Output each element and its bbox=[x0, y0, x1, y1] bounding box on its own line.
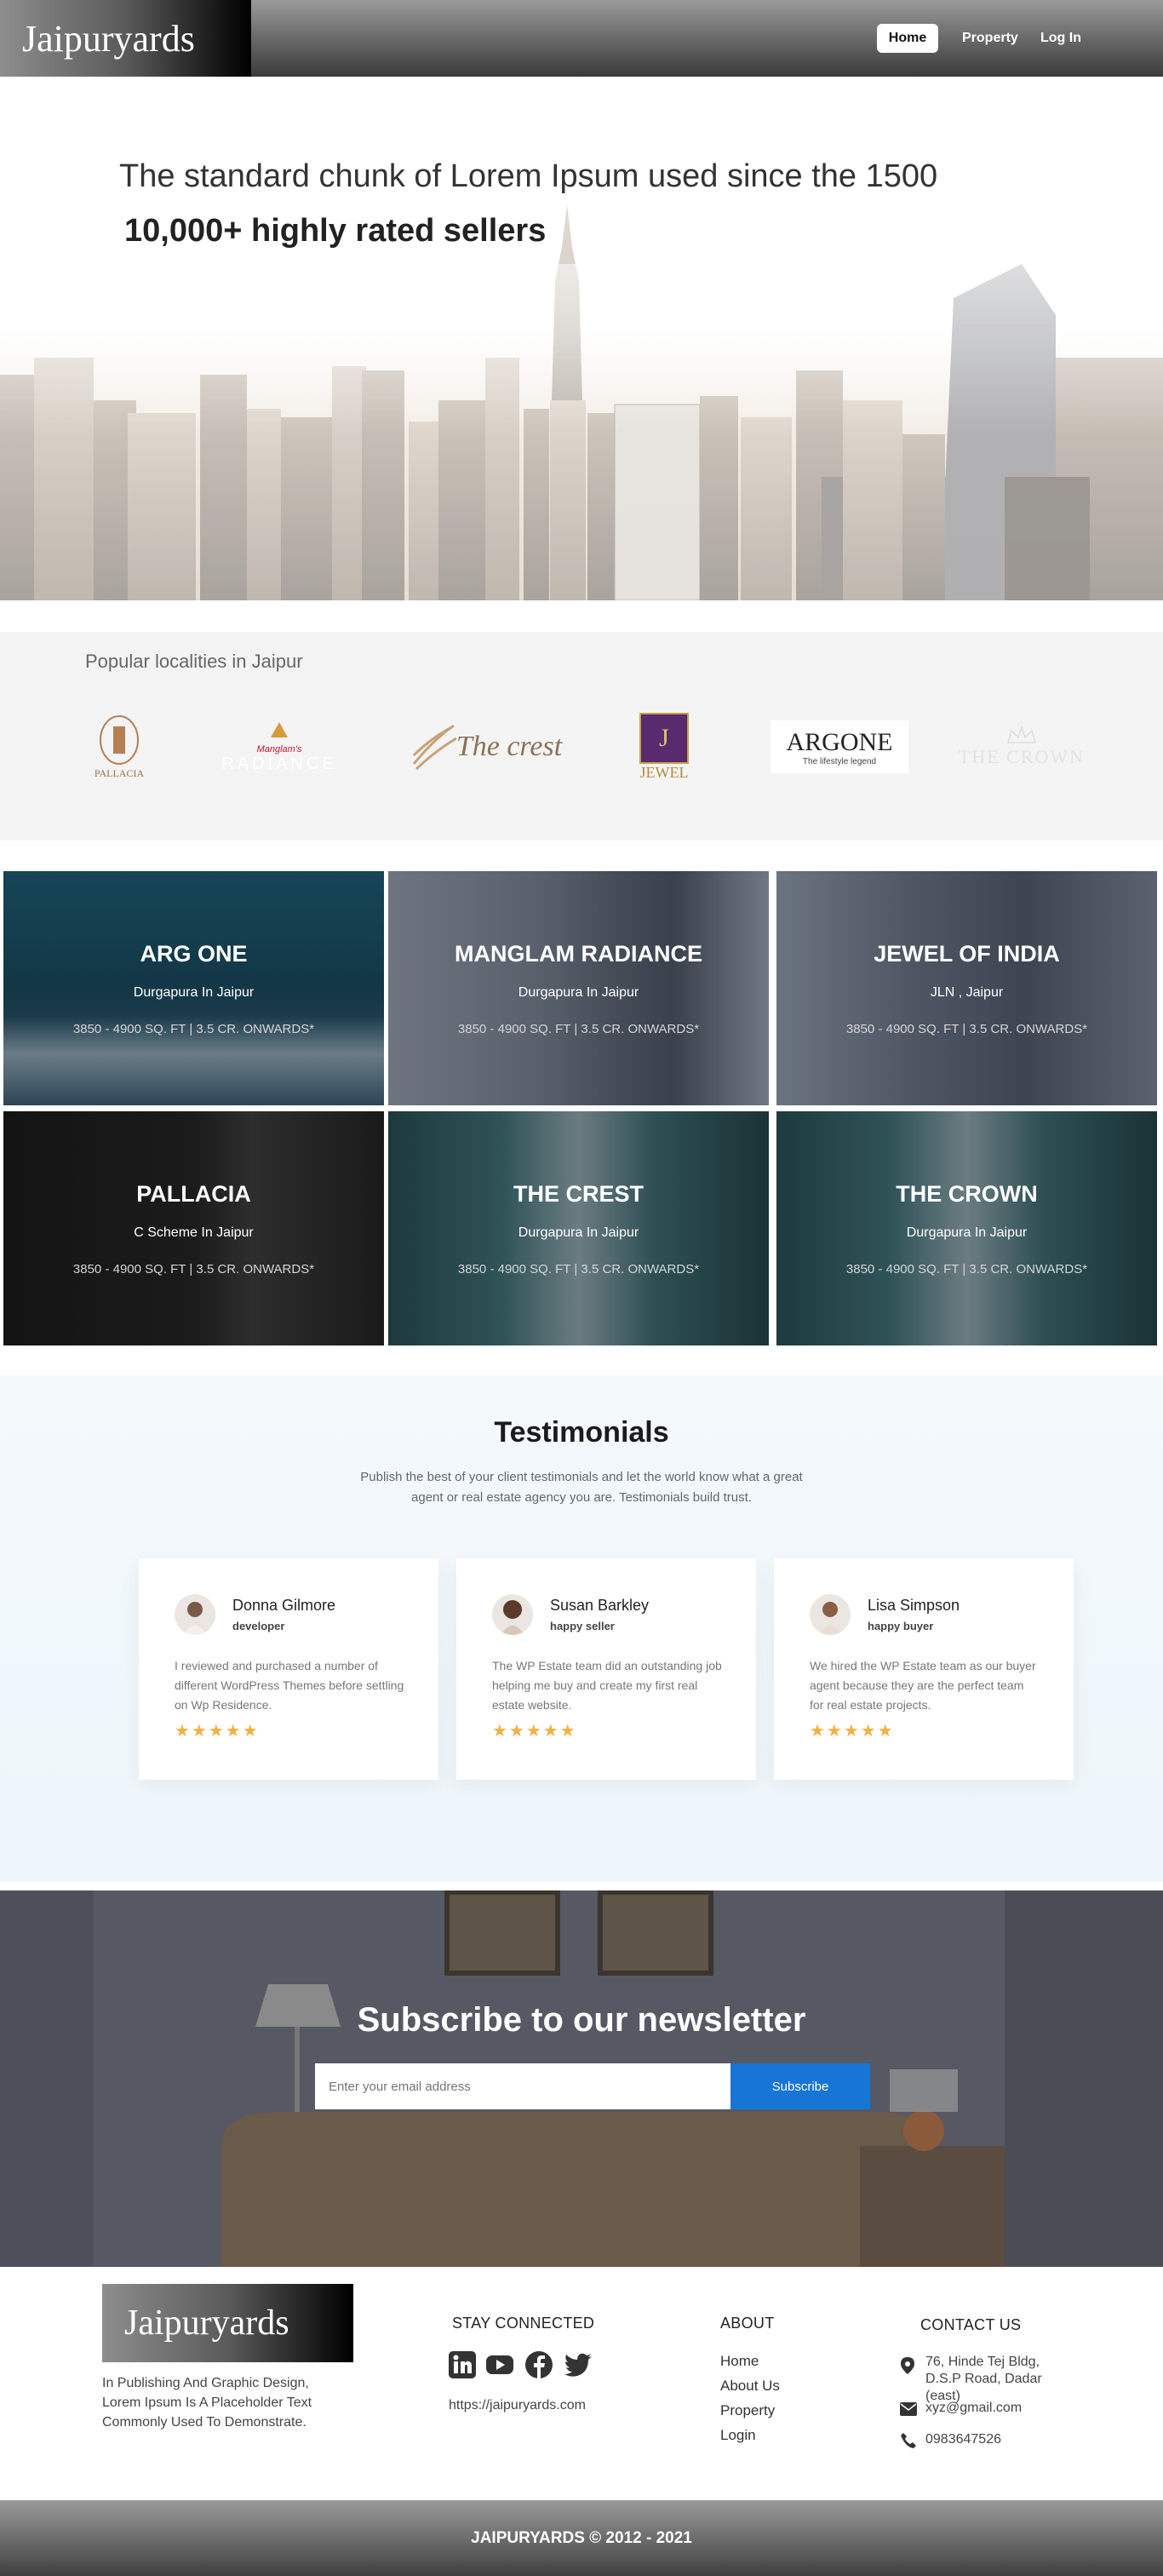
property-price: 3850 - 4900 SQ. FT | 3.5 CR. ONWARDS* bbox=[845, 1022, 1088, 1036]
pallacia-logo[interactable]: PALLACIA bbox=[85, 704, 153, 789]
property-location: Durgapura In Jaipur bbox=[133, 985, 255, 1000]
nav-home[interactable]: Home bbox=[877, 24, 938, 53]
contact-heading: CONTACT US bbox=[920, 2316, 1022, 2333]
youtube-icon[interactable] bbox=[485, 2350, 514, 2379]
property-name: THE CREST bbox=[513, 1181, 644, 1207]
star-rating: ★★★★★ bbox=[175, 1722, 260, 1741]
nav-login[interactable]: Log In bbox=[1040, 24, 1081, 53]
property-location: JLN , Jaipur bbox=[930, 985, 1004, 1000]
property-price: 3850 - 4900 SQ. FT | 3.5 CR. ONWARDS* bbox=[457, 1262, 700, 1277]
property-card-pallacia[interactable]: PALLACIA C Scheme In Jaipur 3850 - 4900 … bbox=[3, 1111, 384, 1345]
testimonial-role: happy buyer bbox=[868, 1620, 934, 1632]
contact-email[interactable]: xyz@gmail.com bbox=[925, 2400, 1022, 2417]
property-name: ARG ONE bbox=[140, 941, 248, 967]
testimonial-card: Donna Gilmore developer I reviewed and p… bbox=[139, 1558, 438, 1780]
argone-logo[interactable]: ARGONE The lifestyle legend bbox=[771, 720, 908, 773]
property-price: 3850 - 4900 SQ. FT | 3.5 CR. ONWARDS* bbox=[457, 1022, 700, 1036]
property-card-arg-one[interactable]: ARG ONE Durgapura In Jaipur 3850 - 4900 … bbox=[3, 871, 384, 1105]
newsletter-title: Subscribe to our newsletter bbox=[357, 2001, 806, 2039]
contact-phone[interactable]: 0983647526 bbox=[925, 2431, 1001, 2448]
testimonials-description: Publish the best of your client testimon… bbox=[360, 1470, 803, 1505]
linkedin-icon[interactable] bbox=[448, 2350, 477, 2379]
site-logo[interactable]: Jaipuryards bbox=[0, 0, 251, 77]
website-link[interactable]: https://jaipuryards.com bbox=[449, 2398, 586, 2413]
footer-description: In Publishing And Graphic Design, Lorem … bbox=[102, 2376, 312, 2430]
property-card-the-crown[interactable]: THE CROWN Durgapura In Jaipur 3850 - 490… bbox=[776, 1111, 1157, 1345]
contact-address: 76, Hinde Tej Bldg, D.S.P Road, Dadar (e… bbox=[925, 2355, 1042, 2403]
testimonials-section: Testimonials Publish the best of your cl… bbox=[0, 1375, 1163, 1882]
testimonial-name: Lisa Simpson bbox=[868, 1597, 960, 1614]
hero-headline: The standard chunk of Lorem Ipsum used s… bbox=[119, 158, 938, 194]
localities-section: Popular localities in Jaipur PALLACIA Ma… bbox=[0, 632, 1163, 840]
avatar bbox=[175, 1594, 215, 1635]
property-card-jewel-of-india[interactable]: JEWEL OF INDIA JLN , Jaipur 3850 - 4900 … bbox=[776, 871, 1157, 1105]
nav-property[interactable]: Property bbox=[962, 24, 1018, 53]
city-skyline-image bbox=[0, 204, 1163, 600]
subscribe-button[interactable]: Subscribe bbox=[730, 2063, 870, 2109]
facebook-icon[interactable] bbox=[524, 2350, 553, 2379]
testimonial-role: developer bbox=[232, 1620, 285, 1632]
site-header: Jaipuryards Home Property Log In bbox=[0, 0, 1163, 77]
hero-section: The standard chunk of Lorem Ipsum used s… bbox=[0, 77, 1163, 600]
footer-link-about-us[interactable]: About Us bbox=[720, 2378, 780, 2395]
property-card-the-crest[interactable]: THE CREST Durgapura In Jaipur 3850 - 490… bbox=[388, 1111, 769, 1345]
crest-logo[interactable]: The crest bbox=[407, 704, 564, 789]
testimonial-role: happy seller bbox=[550, 1620, 615, 1632]
testimonial-card: Lisa Simpson happy buyer We hired the WP… bbox=[774, 1558, 1074, 1780]
property-name: JEWEL OF INDIA bbox=[874, 941, 1060, 967]
footer-logo[interactable]: Jaipuryards bbox=[102, 2284, 353, 2362]
twitter-icon[interactable] bbox=[564, 2350, 593, 2379]
property-name: MANGLAM RADIANCE bbox=[455, 941, 702, 967]
testimonials-title: Testimonials bbox=[494, 1416, 669, 1449]
testimonial-text: We hired the WP Estate team as our buyer… bbox=[810, 1659, 1036, 1712]
testimonial-name: Donna Gilmore bbox=[232, 1597, 336, 1614]
site-footer: Jaipuryards In Publishing And Graphic De… bbox=[0, 2267, 1163, 2500]
property-location: C Scheme In Jaipur bbox=[134, 1225, 254, 1240]
hero-subheadline: 10,000+ highly rated sellers bbox=[124, 213, 547, 249]
envelope-icon bbox=[900, 2402, 917, 2420]
testimonial-text: I reviewed and purchased a number of dif… bbox=[175, 1659, 404, 1712]
radiance-logo[interactable]: Manglam's RADIANCE bbox=[220, 704, 339, 789]
property-location: Durgapura In Jaipur bbox=[906, 1225, 1028, 1240]
email-input[interactable] bbox=[315, 2063, 732, 2109]
property-location: Durgapura In Jaipur bbox=[518, 1225, 639, 1240]
avatar bbox=[492, 1594, 533, 1635]
footer-link-home[interactable]: Home bbox=[720, 2353, 759, 2370]
site-logo-text: Jaipuryards bbox=[22, 17, 195, 60]
crown-logo[interactable]: THE CROWN bbox=[958, 704, 1086, 789]
testimonial-name: Susan Barkley bbox=[550, 1597, 650, 1614]
star-rating: ★★★★★ bbox=[492, 1722, 577, 1741]
property-price: 3850 - 4900 SQ. FT | 3.5 CR. ONWARDS* bbox=[72, 1262, 315, 1277]
footer-link-login[interactable]: Login bbox=[720, 2427, 756, 2444]
footer-link-property[interactable]: Property bbox=[720, 2402, 775, 2419]
star-rating: ★★★★★ bbox=[810, 1722, 895, 1741]
copyright-bar: JAIPURYARDS © 2012 - 2021 bbox=[0, 2500, 1163, 2576]
property-name: THE CROWN bbox=[896, 1181, 1038, 1207]
avatar bbox=[810, 1594, 851, 1635]
property-location: Durgapura In Jaipur bbox=[518, 985, 639, 1000]
location-pin-icon bbox=[901, 2357, 914, 2378]
testimonial-card: Susan Barkley happy seller The WP Estate… bbox=[456, 1558, 756, 1780]
property-card-manglam-radiance[interactable]: MANGLAM RADIANCE Durgapura In Jaipur 385… bbox=[388, 871, 769, 1105]
property-price: 3850 - 4900 SQ. FT | 3.5 CR. ONWARDS* bbox=[845, 1262, 1088, 1277]
copyright-text: JAIPURYARDS © 2012 - 2021 bbox=[471, 2529, 692, 2547]
property-name: PALLACIA bbox=[136, 1181, 251, 1207]
stay-connected-heading: STAY CONNECTED bbox=[452, 2315, 595, 2332]
jewel-logo[interactable]: J JEWEL bbox=[630, 704, 698, 789]
localities-title: Popular localities in Jaipur bbox=[85, 651, 303, 672]
testimonial-text: The WP Estate team did an outstanding jo… bbox=[492, 1659, 722, 1712]
phone-icon bbox=[901, 2433, 916, 2453]
newsletter-section: Subscribe to our newsletter Subscribe bbox=[0, 1890, 1163, 2267]
about-heading: ABOUT bbox=[720, 2315, 775, 2332]
property-price: 3850 - 4900 SQ. FT | 3.5 CR. ONWARDS* bbox=[72, 1022, 315, 1036]
footer-logo-text: Jaipuryards bbox=[124, 2303, 289, 2343]
